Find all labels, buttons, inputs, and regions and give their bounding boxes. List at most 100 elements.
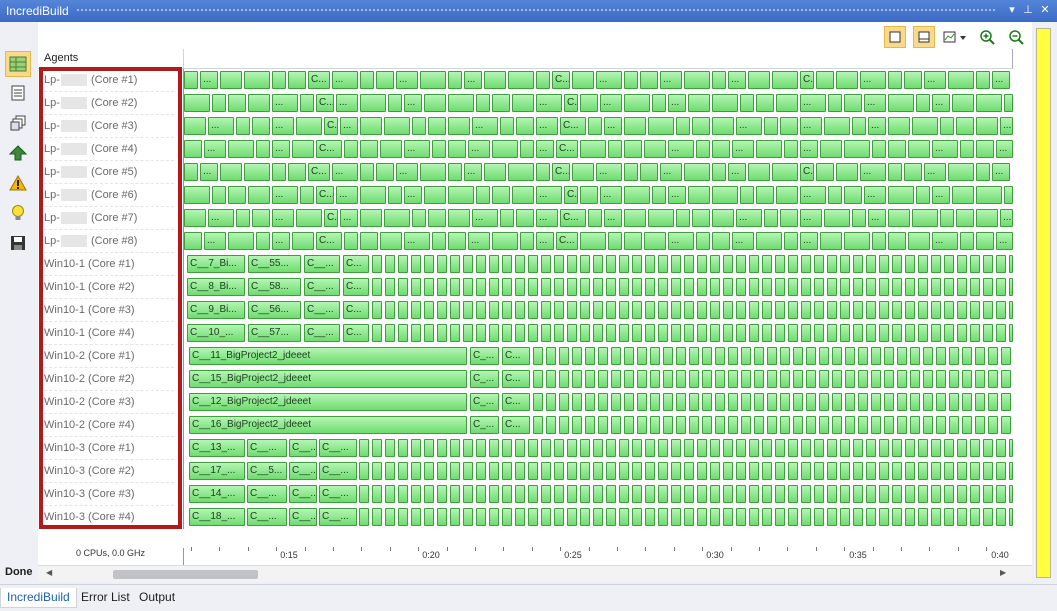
task-block[interactable]: C... <box>502 393 530 411</box>
task-block[interactable]: ... <box>800 140 818 158</box>
task-block[interactable] <box>832 370 842 388</box>
task-block[interactable] <box>762 324 772 342</box>
task-block[interactable] <box>970 278 980 296</box>
task-block[interactable] <box>676 347 686 365</box>
task-block[interactable] <box>671 439 681 457</box>
task-block[interactable] <box>572 71 594 89</box>
task-block[interactable] <box>376 71 394 89</box>
task-block[interactable] <box>359 508 369 526</box>
task-block[interactable]: ... <box>340 209 358 227</box>
task-block[interactable] <box>424 301 434 319</box>
task-block[interactable] <box>476 324 486 342</box>
task-block[interactable] <box>879 439 889 457</box>
task-block[interactable] <box>580 140 606 158</box>
task-block[interactable] <box>671 278 681 296</box>
task-block[interactable]: ... <box>800 232 818 250</box>
task-block[interactable] <box>892 324 902 342</box>
task-block[interactable] <box>775 255 785 273</box>
task-block[interactable] <box>956 209 974 227</box>
task-block[interactable] <box>931 439 941 457</box>
task-block[interactable] <box>288 71 306 89</box>
task-block[interactable] <box>608 232 622 250</box>
task-block[interactable] <box>292 140 314 158</box>
task-block[interactable] <box>624 347 634 365</box>
task-block[interactable] <box>780 393 790 411</box>
task-block[interactable]: ... <box>468 140 490 158</box>
task-block[interactable] <box>567 278 577 296</box>
task-block[interactable]: C... <box>800 163 814 181</box>
task-block[interactable] <box>516 117 534 135</box>
task-block[interactable] <box>749 439 759 457</box>
task-block[interactable] <box>702 416 712 434</box>
task-block[interactable] <box>692 117 710 135</box>
task-block[interactable] <box>689 416 699 434</box>
task-block[interactable] <box>844 94 862 112</box>
agent-row[interactable]: Win10-1 (Core #2) <box>44 276 174 299</box>
task-block[interactable] <box>944 278 954 296</box>
task-block[interactable] <box>897 393 907 411</box>
task-block[interactable] <box>424 508 434 526</box>
task-block[interactable] <box>736 255 746 273</box>
task-block[interactable] <box>663 370 673 388</box>
task-block[interactable]: ... <box>604 117 622 135</box>
task-block[interactable] <box>572 393 582 411</box>
task-block[interactable] <box>360 186 386 204</box>
task-block[interactable] <box>624 232 642 250</box>
projects-icon[interactable] <box>5 110 31 136</box>
task-block[interactable] <box>637 370 647 388</box>
task-block[interactable] <box>931 255 941 273</box>
task-block[interactable] <box>637 347 647 365</box>
task-block[interactable] <box>220 71 242 89</box>
task-block[interactable] <box>762 278 772 296</box>
graph-dropdown-button[interactable] <box>940 26 970 48</box>
task-block[interactable]: ... <box>932 186 950 204</box>
task-block[interactable] <box>697 485 707 503</box>
task-block[interactable]: C__... <box>319 462 357 480</box>
task-block[interactable] <box>975 416 985 434</box>
task-block[interactable] <box>872 232 886 250</box>
task-block[interactable] <box>663 393 673 411</box>
task-block[interactable] <box>824 117 850 135</box>
task-block[interactable] <box>541 278 551 296</box>
task-block[interactable] <box>359 485 369 503</box>
task-block[interactable] <box>684 462 694 480</box>
task-block[interactable] <box>533 370 543 388</box>
task-block[interactable] <box>710 255 720 273</box>
task-block[interactable] <box>593 278 603 296</box>
task-block[interactable] <box>541 462 551 480</box>
task-block[interactable] <box>836 71 858 89</box>
task-block[interactable] <box>650 370 660 388</box>
task-block[interactable]: ... <box>404 186 422 204</box>
task-block[interactable]: ... <box>536 117 558 135</box>
task-block[interactable] <box>1004 94 1013 112</box>
task-block[interactable] <box>957 462 967 480</box>
task-block[interactable]: C__17_... <box>189 462 245 480</box>
task-block[interactable] <box>741 370 751 388</box>
task-block[interactable] <box>840 462 850 480</box>
task-block[interactable] <box>866 301 876 319</box>
task-block[interactable] <box>689 393 699 411</box>
task-block[interactable] <box>832 393 842 411</box>
task-block[interactable] <box>220 163 242 181</box>
task-block[interactable]: ... <box>668 186 686 204</box>
task-block[interactable] <box>723 462 733 480</box>
task-block[interactable] <box>385 439 395 457</box>
task-block[interactable] <box>827 485 837 503</box>
task-block[interactable] <box>572 347 582 365</box>
task-block[interactable] <box>450 278 460 296</box>
agents-column-header[interactable]: Agents <box>38 49 184 69</box>
task-block[interactable] <box>931 462 941 480</box>
task-block[interactable] <box>580 278 590 296</box>
task-block[interactable] <box>749 485 759 503</box>
task-block[interactable] <box>476 186 490 204</box>
task-block[interactable] <box>296 117 322 135</box>
task-block[interactable] <box>528 301 538 319</box>
task-block[interactable] <box>658 301 668 319</box>
task-block[interactable] <box>541 485 551 503</box>
task-block[interactable] <box>567 324 577 342</box>
zoom-out-icon[interactable] <box>1005 26 1027 48</box>
task-block[interactable] <box>652 186 666 204</box>
task-block[interactable] <box>528 255 538 273</box>
task-block[interactable]: ... <box>272 140 290 158</box>
task-block[interactable]: ... <box>536 232 554 250</box>
